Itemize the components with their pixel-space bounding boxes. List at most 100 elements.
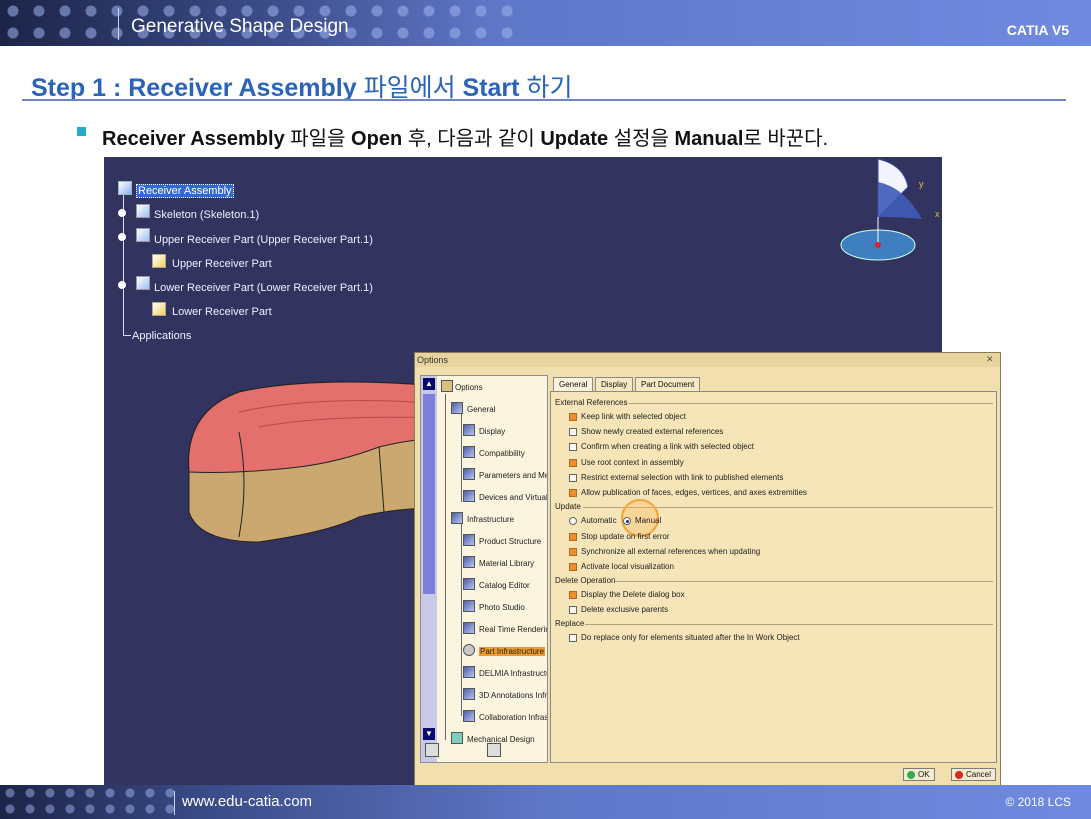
checkbox-allow-publication[interactable]	[569, 489, 577, 497]
cancel-button[interactable]: Cancel	[951, 768, 996, 781]
tree-item-devices[interactable]: Devices and Virtual R	[479, 493, 547, 502]
part-body-icon	[152, 302, 166, 316]
tree-node-applications[interactable]: Applications	[132, 330, 191, 342]
checkbox-synchronize[interactable]	[569, 548, 577, 556]
devices-icon	[463, 490, 475, 502]
label-delete-exclusive: Delete exclusive parents	[581, 605, 669, 614]
instr-part-4: 후, 다음과 같이	[402, 128, 541, 150]
product-structure-icon	[463, 534, 475, 546]
label-automatic: Automatic	[581, 516, 617, 525]
collaboration-icon	[463, 710, 475, 722]
tree-item-parameters[interactable]: Parameters and Mea	[479, 471, 547, 480]
general-icon	[451, 402, 463, 414]
tree-item-real-time-rendering[interactable]: Real Time Rendering	[479, 625, 547, 634]
scroll-up-icon[interactable]: ▲	[423, 378, 435, 390]
assembly-icon	[118, 181, 132, 195]
tree-item-collaboration[interactable]: Collaboration Infrast	[479, 713, 547, 722]
instruction-text: Receiver Assembly 파일을 Open 후, 다음과 같이 Upd…	[102, 122, 828, 151]
checkbox-show-new[interactable]	[569, 428, 577, 436]
infrastructure-icon	[451, 512, 463, 524]
tree-node-upper-child[interactable]: Upper Receiver Part	[172, 258, 272, 270]
group-divider	[585, 624, 993, 625]
radio-automatic[interactable]	[569, 517, 577, 525]
options-dialog[interactable]: Options ✕ ▲ ▼ Options General Display Co…	[414, 352, 1001, 786]
label-allow-publication: Allow publication of faces, edges, verti…	[581, 488, 807, 497]
tree-node-upper[interactable]: Upper Receiver Part (Upper Receiver Part…	[154, 234, 373, 246]
compass-icon[interactable]: y x	[834, 157, 942, 267]
tree-root[interactable]: Receiver Assembly	[136, 184, 234, 198]
tab-general[interactable]: General	[553, 377, 594, 392]
label-display-delete: Display the Delete dialog box	[581, 590, 685, 599]
tab-display[interactable]: Display	[595, 377, 634, 392]
ok-button[interactable]: OK	[903, 768, 935, 781]
step-title-prefix: Step 1 : Receiver Assembly	[31, 74, 357, 102]
group-delete-operation: Delete Operation	[555, 576, 616, 585]
checkbox-display-delete[interactable]	[569, 591, 577, 599]
group-replace: Replace	[555, 619, 585, 628]
tree-tool-icon[interactable]	[487, 743, 501, 757]
instr-part-6: 설정을	[608, 128, 675, 150]
tree-item-infrastructure[interactable]: Infrastructure	[467, 515, 514, 524]
tree-item-catalog-editor[interactable]: Catalog Editor	[479, 581, 530, 590]
collapse-minus-icon[interactable]	[118, 233, 126, 241]
tree-item-delmia[interactable]: DELMIA Infrastructur	[479, 669, 547, 678]
footer-separator	[174, 791, 175, 815]
radio-manual[interactable]	[623, 517, 631, 525]
header-title: Generative Shape Design	[131, 16, 349, 37]
tab-part-document[interactable]: Part Document	[635, 377, 701, 392]
tree-item-part-infrastructure[interactable]: Part Infrastructure	[479, 647, 546, 656]
scroll-thumb[interactable]	[423, 394, 435, 594]
tree-connector	[445, 394, 446, 740]
tree-node-lower-child[interactable]: Lower Receiver Part	[172, 306, 272, 318]
tree-item-general[interactable]: General	[467, 405, 495, 414]
checkbox-delete-exclusive[interactable]	[569, 606, 577, 614]
group-external-references: External References	[555, 398, 628, 407]
annotations-icon	[463, 688, 475, 700]
instr-part-2: 파일을	[284, 128, 352, 150]
part-icon	[136, 276, 150, 290]
collapse-minus-icon[interactable]	[118, 281, 126, 289]
part-body-icon	[152, 254, 166, 268]
tree-connector	[461, 414, 462, 502]
label-manual: Manual	[635, 516, 662, 525]
tree-node-skeleton[interactable]: Skeleton (Skeleton.1)	[154, 209, 259, 221]
tree-root-label: Receiver Assembly	[136, 184, 234, 198]
tree-item-photo-studio[interactable]: Photo Studio	[479, 603, 525, 612]
tree-branch	[123, 335, 131, 336]
tree-item-3d-annotations[interactable]: 3D Annotations Infra	[479, 691, 547, 700]
scroll-down-icon[interactable]: ▼	[423, 728, 435, 740]
instr-part-5: Update	[540, 128, 609, 150]
options-root-icon	[441, 380, 453, 392]
checkbox-keep-link[interactable]	[569, 413, 577, 421]
checkbox-use-root[interactable]	[569, 459, 577, 467]
tree-item-material-library[interactable]: Material Library	[479, 559, 534, 568]
gear-icon	[463, 644, 475, 656]
close-icon[interactable]: ✕	[986, 354, 996, 364]
checkbox-stop-update[interactable]	[569, 533, 577, 541]
tree-node-lower[interactable]: Lower Receiver Part (Lower Receiver Part…	[154, 282, 373, 294]
tree-item-options[interactable]: Options	[455, 383, 483, 392]
expand-plus-icon[interactable]	[118, 209, 126, 217]
instr-part-8: 로 바꾼다.	[743, 128, 829, 150]
group-update: Update	[555, 502, 581, 511]
checkbox-do-replace[interactable]	[569, 634, 577, 642]
checkbox-confirm-link[interactable]	[569, 443, 577, 451]
label-confirm-link: Confirm when creating a link with select…	[581, 442, 754, 451]
axis-x-label: x	[935, 209, 940, 219]
dialog-titlebar[interactable]: Options	[415, 353, 1000, 367]
footer-url[interactable]: www.edu-catia.com	[182, 793, 312, 810]
catalog-editor-icon	[463, 578, 475, 590]
tree-connector	[461, 524, 462, 716]
instr-part-7: Manual	[674, 128, 744, 150]
footer-band: www.edu-catia.com © 2018 LCS	[0, 785, 1091, 819]
tree-item-display[interactable]: Display	[479, 427, 505, 436]
bullet-marker	[77, 127, 86, 136]
tree-scrollbar[interactable]: ▲ ▼	[421, 376, 437, 762]
options-tree[interactable]: ▲ ▼ Options General Display Compatibilit…	[420, 375, 548, 763]
checkbox-activate-local[interactable]	[569, 563, 577, 571]
photo-studio-icon	[463, 600, 475, 612]
checkbox-restrict[interactable]	[569, 474, 577, 482]
tree-tool-icon[interactable]	[425, 743, 439, 757]
tree-item-product-structure[interactable]: Product Structure	[479, 537, 541, 546]
tree-item-compatibility[interactable]: Compatibility	[479, 449, 525, 458]
